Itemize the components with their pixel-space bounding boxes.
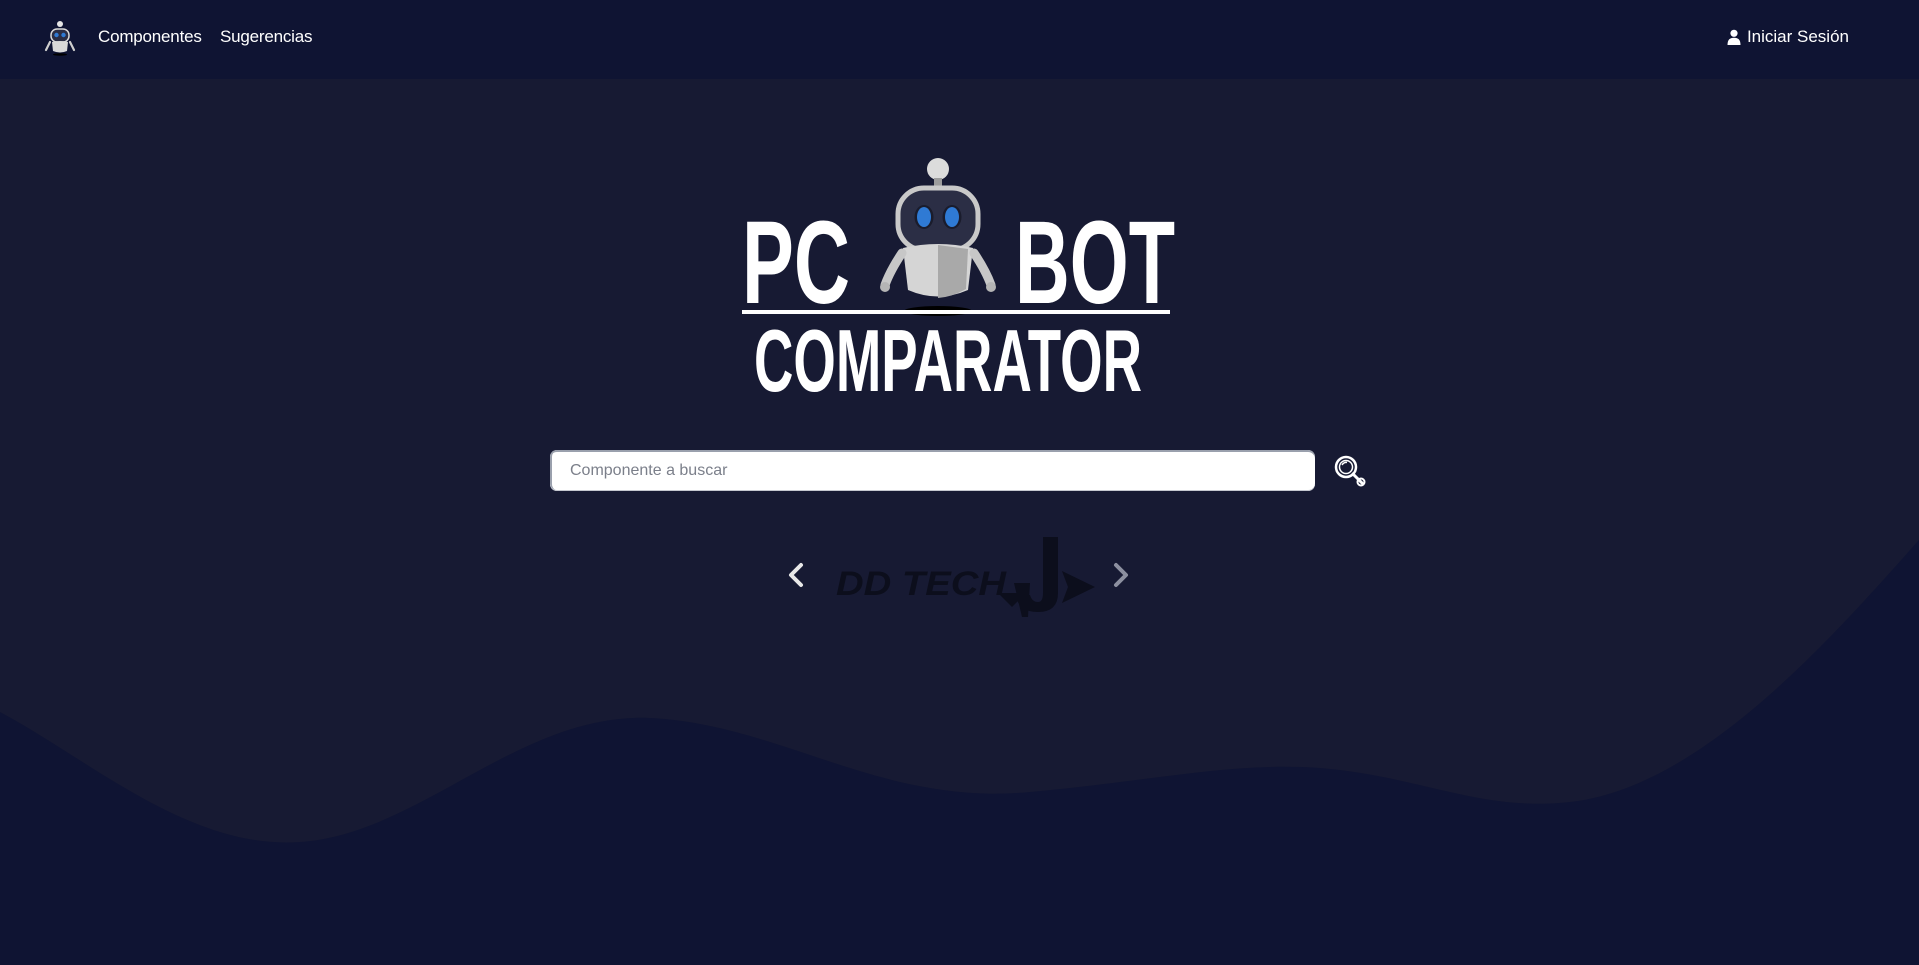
logo-text-comparator: COMPARATOR — [754, 311, 1142, 395]
user-icon — [1727, 29, 1741, 45]
brand-text: DD TECH — [836, 565, 1008, 603]
brand-logo-ddtech[interactable]: DD TECH — [830, 535, 1095, 620]
navbar: Componentes Sugerencias Iniciar Sesión — [0, 0, 1919, 79]
logo-text-bot: BOT — [1015, 197, 1175, 329]
login-button[interactable]: Iniciar Sesión — [1727, 27, 1849, 47]
magnifier-icon[interactable] — [1333, 454, 1367, 488]
ddtech-mark-icon — [998, 537, 1095, 617]
nav-link-componentes[interactable]: Componentes — [98, 27, 202, 47]
search-input[interactable] — [550, 450, 1315, 491]
chevron-right-icon[interactable] — [1110, 562, 1132, 588]
nav-link-sugerencias[interactable]: Sugerencias — [220, 27, 313, 47]
brand-carousel: DD TECH — [785, 530, 1135, 620]
pc-bot-comparator-logo: PC BOT COMPARATOR — [742, 158, 1175, 395]
robot-icon[interactable] — [42, 20, 78, 56]
logo-text-pc: PC — [742, 197, 850, 329]
chevron-left-icon[interactable] — [785, 562, 807, 588]
robot-mascot-icon — [880, 158, 996, 316]
login-label: Iniciar Sesión — [1746, 27, 1849, 46]
